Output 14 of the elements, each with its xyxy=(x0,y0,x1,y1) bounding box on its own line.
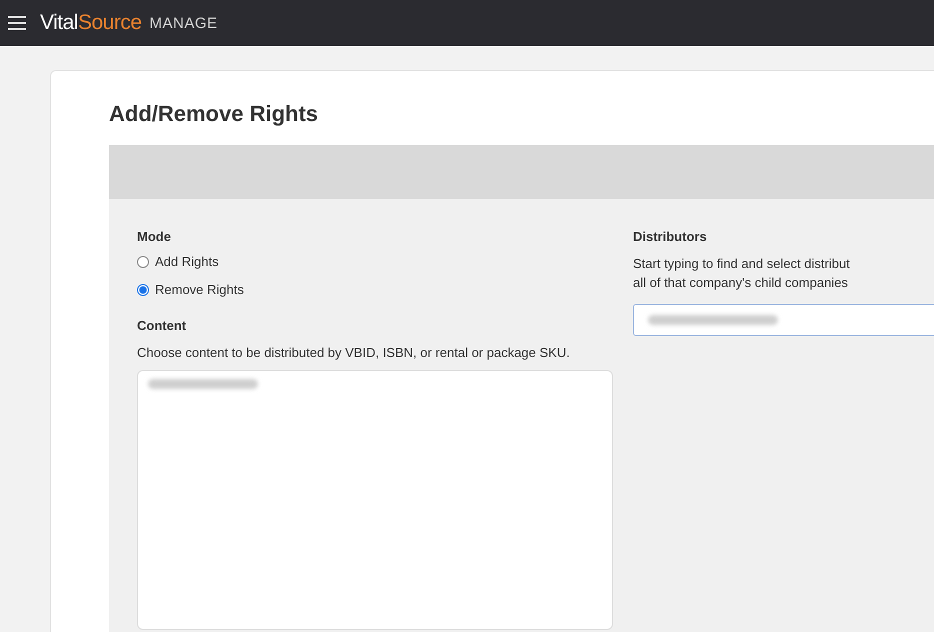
distributor-search-field[interactable] xyxy=(633,304,934,336)
mode-label: Mode xyxy=(137,229,172,244)
distributors-help-text: all of that company's child companies xyxy=(633,274,849,292)
distributors-help-text: Start typing to find and select distribut xyxy=(633,255,851,273)
mode-radio-option[interactable]: Add Rights xyxy=(137,254,613,269)
menu-icon[interactable] xyxy=(8,15,26,31)
content-label: Content xyxy=(137,318,188,333)
page-title: Add/Remove Rights xyxy=(109,101,320,127)
brand-logo: VitalSource xyxy=(40,11,142,35)
mode-radio-option[interactable]: Remove Rights xyxy=(137,282,613,297)
content-help-text: Choose content to be distributed by VBID, ISBN, or rental or package SKU. xyxy=(137,344,571,362)
distributors-label: Distributors xyxy=(633,229,708,244)
content-input-field[interactable] xyxy=(137,370,613,630)
product-name: MANAGE xyxy=(150,14,218,32)
